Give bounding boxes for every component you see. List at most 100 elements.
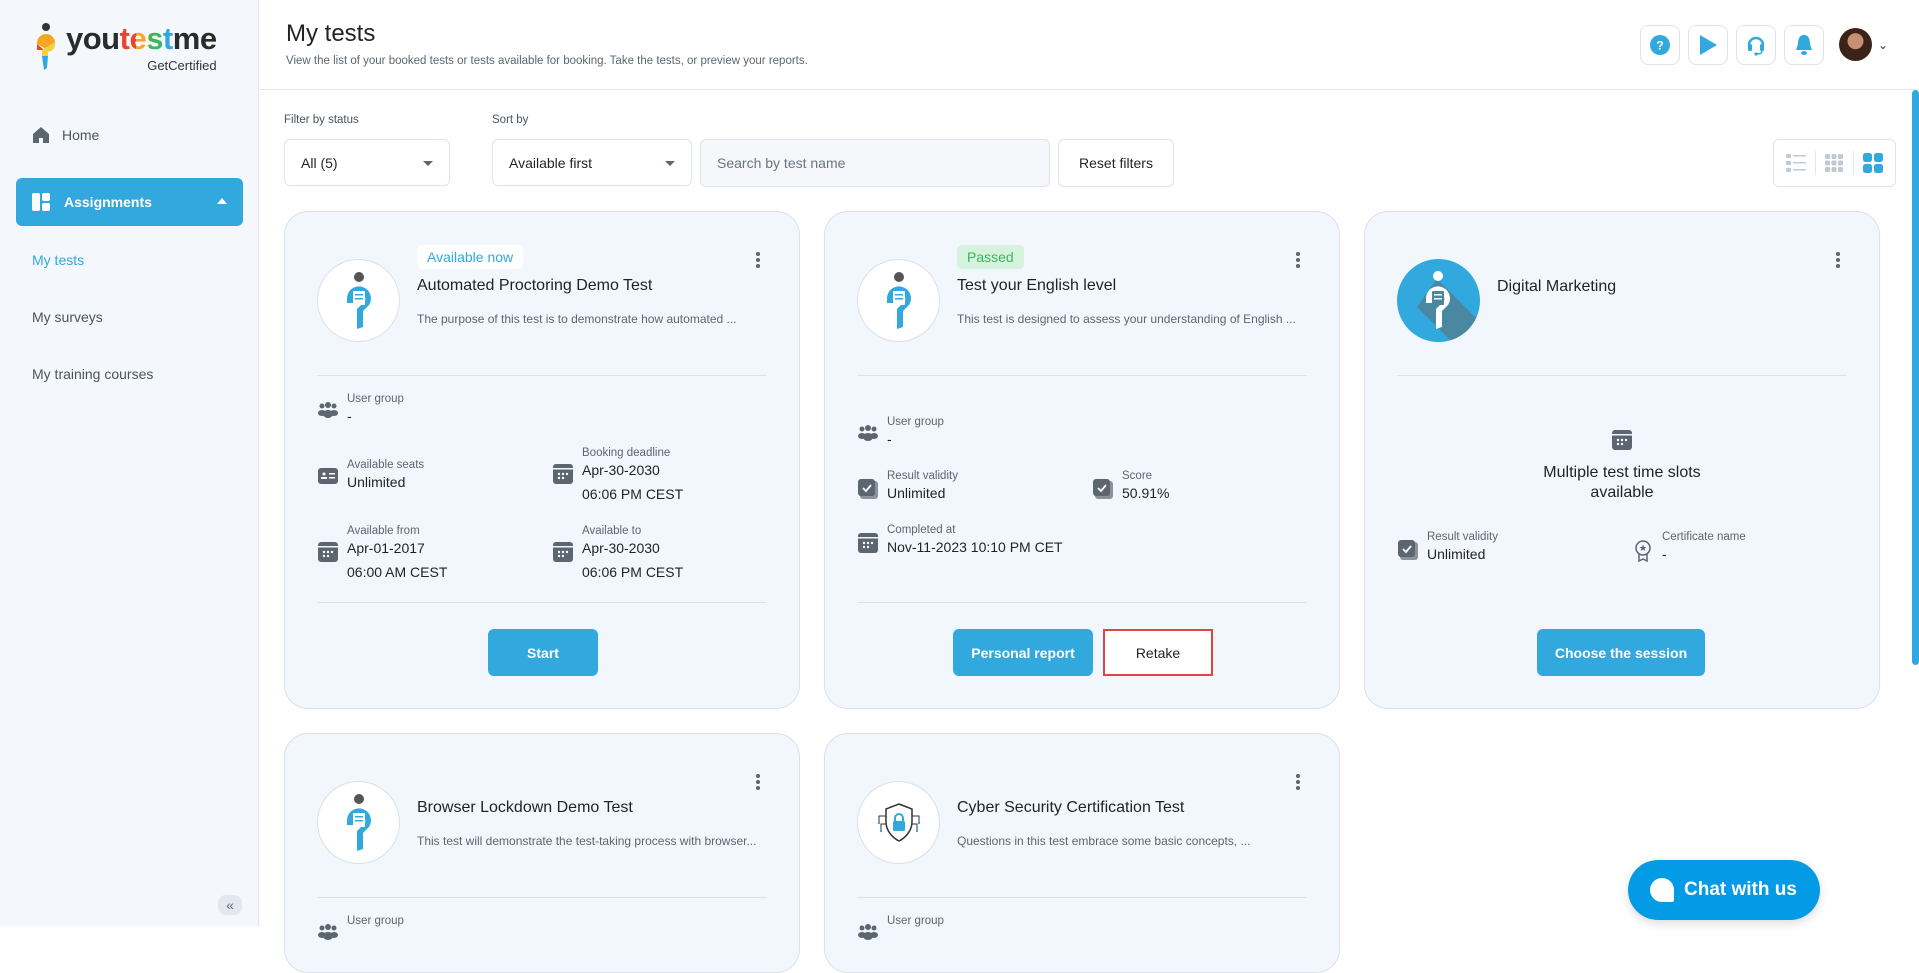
sidebar-item-home[interactable]: Home [32,126,99,144]
compact-grid-view-button[interactable] [1820,149,1848,177]
start-button[interactable]: Start [488,629,598,676]
test-card: Available now Automated Proctoring Demo … [284,211,800,709]
checkbox-stack-icon [858,479,878,499]
status-badge: Passed [957,245,1024,269]
collapse-sidebar-button[interactable]: « [218,895,242,915]
test-logo-icon [317,259,400,342]
dropdown-arrow-icon [423,161,433,166]
personal-report-button[interactable]: Personal report [953,629,1093,676]
test-logo-icon [857,781,940,864]
sidebar: youtestme GetCertified Home Assignments … [0,0,259,926]
double-chevron-left-icon: « [226,897,234,913]
certificate-icon [1635,540,1651,562]
chat-bubble-icon [1650,878,1674,902]
logo[interactable]: youtestme GetCertified [34,22,217,74]
divider [1397,375,1847,376]
more-options-icon[interactable] [751,772,765,792]
shield-lock-icon [877,802,920,842]
support-button[interactable] [1736,25,1776,65]
logo-wordmark: youtestme [66,21,217,56]
users-icon [858,425,878,441]
test-description: This test is designed to assess your und… [957,312,1296,326]
more-options-icon[interactable] [1831,250,1845,270]
retake-button[interactable]: Retake [1103,629,1213,676]
field-available-from: Available from Apr-01-2017 06:00 AM CEST [317,524,447,582]
more-options-icon[interactable] [1291,772,1305,792]
sort-select[interactable]: Available first [492,139,692,186]
calendar-icon [318,542,338,562]
view-mode-switch [1773,139,1896,187]
test-title[interactable]: Browser Lockdown Demo Test [417,799,633,817]
multiple-slots-notice: Multiple test time slots available [1365,430,1879,503]
choose-session-button[interactable]: Choose the session [1537,629,1705,676]
sidebar-item-label: Assignments [64,194,152,210]
help-icon: ? [1650,35,1670,55]
compact-grid-icon [1825,154,1844,172]
chat-with-us-button[interactable]: Chat with us [1628,860,1820,920]
test-card: Cyber Security Certification Test Questi… [824,733,1340,973]
test-title[interactable]: Digital Marketing [1497,278,1616,296]
test-logo-icon [857,259,940,342]
test-description: Questions in this test embrace some basi… [957,834,1251,848]
field-certificate-name: Certificate name - [1632,530,1746,564]
page-title: My tests [286,20,376,47]
card-grid-icon [1862,153,1883,173]
test-card: Passed Test your English level This test… [824,211,1340,709]
test-logo-icon [317,781,400,864]
divider [857,897,1307,898]
chevron-down-icon[interactable]: ⌄ [1878,38,1888,52]
more-options-icon[interactable] [1291,250,1305,270]
users-icon [858,924,878,940]
avatar[interactable] [1839,28,1872,61]
more-options-icon[interactable] [751,250,765,270]
field-booking-deadline: Booking deadline Apr-30-2030 06:06 PM CEST [552,446,683,504]
logo-mark-icon [34,22,60,72]
status-filter-select[interactable]: All (5) [284,139,450,186]
play-icon [1700,35,1717,55]
test-title[interactable]: Automated Proctoring Demo Test [417,277,652,295]
svg-text:?: ? [1656,39,1663,53]
field-result-validity: Result validity Unlimited [857,469,958,503]
field-result-validity: Result validity Unlimited [1397,530,1498,564]
sidebar-subitem-my-training-courses[interactable]: My training courses [32,366,153,382]
search-input[interactable] [700,139,1050,187]
field-user-group: User group - [317,392,404,426]
divider [1853,151,1855,175]
sidebar-item-assignments[interactable]: Assignments [16,178,243,226]
notifications-button[interactable] [1784,25,1824,65]
divider [317,602,767,603]
sidebar-subitem-my-surveys[interactable]: My surveys [32,309,103,325]
test-title[interactable]: Test your English level [957,277,1116,295]
list-view-button[interactable] [1782,149,1810,177]
divider [1814,151,1816,175]
home-icon [33,127,49,143]
test-card: Digital Marketing Multiple test time slo… [1364,211,1880,709]
checkbox-stack-icon [1398,540,1418,560]
multiple-slots-text: Multiple test time slots available [1543,464,1701,501]
page-subtitle: View the list of your booked tests or te… [286,55,808,67]
list-view-icon [1786,154,1807,172]
calendar-icon [553,542,573,562]
dropdown-arrow-icon [665,161,675,166]
reset-filters-button[interactable]: Reset filters [1058,139,1174,187]
field-available-seats: Available seats Unlimited [317,458,424,492]
page-scrollbar[interactable] [1912,90,1919,665]
tour-button[interactable] [1688,25,1728,65]
divider [317,897,767,898]
assignments-icon [32,193,50,211]
field-available-to: Available to Apr-30-2030 06:06 PM CEST [552,524,683,582]
sidebar-subitem-my-tests[interactable]: My tests [32,252,84,268]
card-grid-view-button[interactable] [1859,149,1887,177]
field-user-group: User group [317,914,404,940]
test-title[interactable]: Cyber Security Certification Test [957,799,1184,817]
calendar-icon [858,533,878,553]
users-icon [318,402,338,418]
help-button[interactable]: ? [1640,25,1680,65]
field-user-group: User group [857,914,944,940]
seat-card-icon [318,468,338,484]
test-description: The purpose of this test is to demonstra… [417,312,737,326]
field-score: Score 50.91% [1092,469,1169,503]
divider [857,602,1307,603]
field-user-group: User group - [857,415,944,449]
calendar-icon [553,464,573,484]
